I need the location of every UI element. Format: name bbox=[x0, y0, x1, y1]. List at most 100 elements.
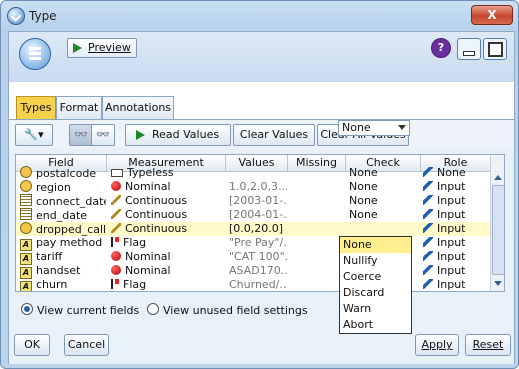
view-unused-toggle[interactable]: 👓 bbox=[91, 124, 115, 146]
role-cell[interactable]: Input bbox=[423, 194, 489, 208]
tab-annotations[interactable]: Annotations bbox=[102, 96, 174, 119]
dropdown-option[interactable]: Discard bbox=[340, 285, 411, 301]
measurement-icon bbox=[111, 237, 119, 247]
ok-button[interactable]: OK bbox=[14, 334, 50, 356]
measurement-value: Continuous bbox=[125, 208, 188, 221]
scroll-thumb[interactable] bbox=[492, 185, 504, 275]
role-cell[interactable]: Input bbox=[423, 264, 489, 278]
preview-button[interactable]: Preview bbox=[67, 38, 137, 58]
table-row[interactable]: Achurn Flag Churned/... Input bbox=[16, 278, 490, 291]
values-cell[interactable]: "Pre Pay"/... bbox=[229, 236, 287, 250]
table-row[interactable]: postalcode Typeless None None bbox=[16, 166, 490, 180]
scroll-up-icon[interactable] bbox=[492, 172, 503, 183]
fields-table: Field Measurement Values Missing Check R… bbox=[15, 154, 505, 292]
view-current-label: View current fields bbox=[37, 304, 140, 317]
measurement-cell[interactable]: Flag bbox=[111, 278, 223, 291]
dropdown-option[interactable]: Abort bbox=[340, 317, 411, 333]
table-row[interactable]: dropped_calls Continuous [0.0,20.0] Input bbox=[16, 222, 490, 236]
role-cell[interactable]: Input bbox=[423, 236, 489, 250]
table-row[interactable]: connect_date Continuous [2003-01-... None In… bbox=[16, 194, 490, 208]
role-cell[interactable]: Input bbox=[423, 222, 489, 236]
field-name: region bbox=[36, 181, 71, 194]
values-cell[interactable]: ASAD170... bbox=[229, 264, 287, 278]
role-value: Input bbox=[437, 250, 466, 263]
table-row[interactable]: Apay method Flag "Pre Pay"/... Input bbox=[16, 236, 490, 251]
role-arrow-icon bbox=[423, 167, 433, 177]
values-cell[interactable]: "CAT 100"... bbox=[229, 250, 287, 264]
values-cell[interactable]: Churned/... bbox=[229, 278, 287, 291]
read-values-button[interactable]: Read Values bbox=[125, 124, 231, 146]
field-cell: connect_date bbox=[20, 194, 106, 209]
clear-values-button[interactable]: Clear Values bbox=[233, 124, 315, 146]
role-cell[interactable]: Input bbox=[423, 180, 489, 194]
tools-menu-button[interactable]: 🔧▾ bbox=[15, 124, 53, 146]
role-cell[interactable]: None bbox=[423, 166, 489, 180]
measurement-cell[interactable]: Continuous bbox=[111, 208, 223, 222]
values-cell[interactable]: [0.0,20.0] bbox=[229, 222, 287, 236]
measurement-icon bbox=[111, 209, 121, 219]
measurement-cell[interactable]: Typeless bbox=[111, 166, 223, 180]
type-node-icon bbox=[7, 7, 25, 25]
view-unused-fields-radio[interactable]: View unused field settings bbox=[147, 303, 308, 317]
view-current-fields-radio[interactable]: View current fields bbox=[21, 303, 139, 317]
close-button[interactable]: X bbox=[471, 5, 513, 25]
values-cell[interactable]: 1.0,2.0,3.... bbox=[229, 180, 287, 194]
glasses-off-icon: 👓 bbox=[96, 128, 110, 141]
dropdown-option[interactable]: Warn bbox=[340, 301, 411, 317]
view-fields-toggle[interactable]: 👓 bbox=[69, 124, 93, 146]
check-combobox[interactable]: None bbox=[338, 120, 410, 136]
tab-format[interactable]: Format bbox=[56, 96, 102, 119]
preview-label: Preview bbox=[88, 41, 131, 54]
role-cell[interactable]: Input bbox=[423, 250, 489, 264]
apply-button[interactable]: Apply bbox=[415, 334, 459, 356]
tab-types[interactable]: Types bbox=[16, 96, 56, 119]
table-row[interactable]: end_date Continuous [2004-01-... None Input bbox=[16, 208, 490, 222]
measurement-icon bbox=[111, 223, 121, 233]
check-cell[interactable]: None bbox=[349, 208, 419, 222]
maximize-panel-icon[interactable] bbox=[483, 38, 507, 60]
dialog-body: Preview ? Types Format Annotations 🔧▾ 👓 … bbox=[8, 31, 515, 364]
table-row[interactable]: Ahandset Nominal ASAD170... Input bbox=[16, 264, 490, 279]
scroll-down-icon[interactable] bbox=[492, 278, 503, 289]
dropdown-option[interactable]: Coerce bbox=[340, 269, 411, 285]
field-type-icon: A bbox=[20, 281, 32, 291]
measurement-icon bbox=[111, 279, 119, 289]
wrench-icon: 🔧▾ bbox=[24, 128, 44, 141]
table-row[interactable]: Atariff Nominal "CAT 100"... Input bbox=[16, 250, 490, 265]
measurement-value: Flag bbox=[123, 278, 147, 291]
measurement-cell[interactable]: Continuous bbox=[111, 222, 223, 236]
cancel-button[interactable]: Cancel bbox=[64, 334, 109, 356]
measurement-cell[interactable]: Flag bbox=[111, 236, 223, 250]
table-scrollbar[interactable] bbox=[490, 155, 504, 291]
role-value: Input bbox=[437, 236, 466, 249]
role-cell[interactable]: Input bbox=[423, 208, 489, 222]
check-cell[interactable]: None bbox=[349, 180, 419, 194]
measurement-cell[interactable]: Nominal bbox=[111, 250, 223, 264]
help-icon[interactable]: ? bbox=[431, 38, 451, 58]
measurement-cell[interactable]: Nominal bbox=[111, 264, 223, 278]
check-cell[interactable]: None bbox=[349, 166, 419, 180]
measurement-value: Continuous bbox=[125, 222, 188, 235]
role-cell[interactable]: Input bbox=[423, 278, 489, 291]
measurement-value: Nominal bbox=[125, 250, 171, 263]
table-row[interactable]: region Nominal 1.0,2.0,3.... None Input bbox=[16, 180, 490, 194]
measurement-cell[interactable]: Continuous bbox=[111, 194, 223, 208]
measurement-cell[interactable]: Nominal bbox=[111, 180, 223, 194]
values-cell[interactable]: [2003-01-... bbox=[229, 194, 287, 208]
minimize-panel-icon[interactable] bbox=[457, 38, 481, 60]
field-cell: postalcode bbox=[20, 166, 106, 181]
field-cell: dropped_calls bbox=[20, 222, 106, 237]
dialog-header: Preview ? bbox=[9, 32, 514, 82]
dropdown-option[interactable]: None bbox=[340, 237, 411, 253]
field-type-icon bbox=[20, 194, 32, 206]
measurement-icon bbox=[111, 195, 121, 205]
reset-label: Reset bbox=[472, 338, 504, 351]
reset-button[interactable]: Reset bbox=[465, 334, 511, 356]
values-cell[interactable]: [2004-01-... bbox=[229, 208, 287, 222]
play-icon bbox=[136, 130, 145, 140]
dropdown-option[interactable]: Nullify bbox=[340, 253, 411, 269]
field-name: pay method bbox=[36, 236, 103, 249]
field-type-icon bbox=[20, 180, 32, 192]
field-name: handset bbox=[36, 264, 81, 277]
check-cell[interactable]: None bbox=[349, 194, 419, 208]
